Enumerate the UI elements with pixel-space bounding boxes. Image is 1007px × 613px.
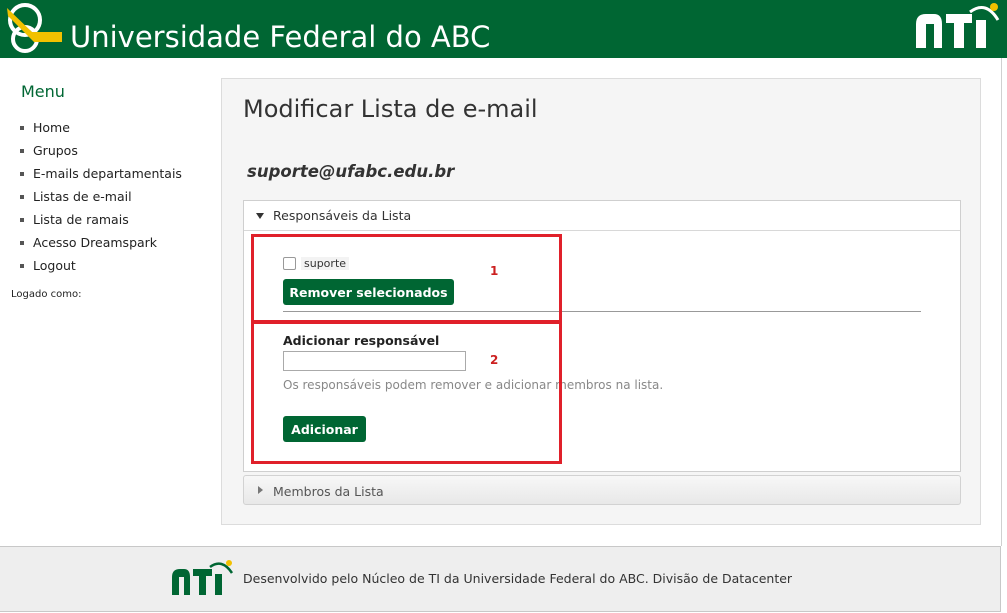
sidebar-item-label[interactable]: Listas de e-mail: [33, 189, 132, 204]
menu-title: Menu: [21, 82, 65, 101]
sidebar-item-emails-departamentais[interactable]: E-mails departamentais: [20, 162, 182, 185]
page-right-border: [1001, 58, 1002, 546]
sidebar-item-label[interactable]: Acesso Dreamspark: [33, 235, 157, 250]
sidebar-item-lista-de-ramais[interactable]: Lista de ramais: [20, 208, 182, 231]
bullet-icon: [20, 217, 24, 222]
nti-logo-icon: [916, 3, 1000, 48]
members-section-header[interactable]: Membros da Lista: [243, 475, 961, 505]
bullet-icon: [20, 171, 24, 176]
sidebar-item-label[interactable]: Lista de ramais: [33, 212, 129, 227]
bullet-icon: [20, 125, 24, 130]
ufabc-logo-icon[interactable]: [4, 2, 66, 54]
sidebar-item-home[interactable]: Home: [20, 116, 182, 139]
logged-as-label: Logado como:: [11, 289, 82, 300]
owners-section-header[interactable]: Responsáveis da Lista: [244, 201, 960, 231]
sidebar-item-label[interactable]: Home: [33, 120, 70, 135]
sidebar-item-label[interactable]: Logout: [33, 258, 76, 273]
bullet-icon: [20, 263, 24, 268]
site-footer: Desenvolvido pelo Núcleo de TI da Univer…: [0, 546, 1001, 612]
sidebar-item-grupos[interactable]: Grupos: [20, 139, 182, 162]
site-title: Universidade Federal do ABC: [70, 20, 491, 54]
menu-list: Home Grupos E-mails departamentais Lista…: [20, 116, 182, 277]
sidebar-item-listas-de-email[interactable]: Listas de e-mail: [20, 185, 182, 208]
page-title: Modificar Lista de e-mail: [243, 95, 538, 123]
annotation-box-1: [251, 234, 562, 323]
list-email-address: suporte@ufabc.edu.br: [247, 162, 455, 181]
bullet-icon: [20, 194, 24, 199]
footer-text: Desenvolvido pelo Núcleo de TI da Univer…: [243, 571, 793, 586]
bullet-icon: [20, 148, 24, 153]
members-section-label[interactable]: Membros da Lista: [273, 484, 384, 499]
triangle-right-icon: [258, 486, 263, 494]
bullet-icon: [20, 240, 24, 245]
owners-section-label[interactable]: Responsáveis da Lista: [273, 208, 411, 223]
sidebar-item-label[interactable]: Grupos: [33, 143, 78, 158]
annotation-box-2: [251, 321, 562, 464]
annotation-number-2: 2: [490, 353, 499, 367]
nti-footer-logo-icon: [172, 560, 234, 595]
sidebar-item-label[interactable]: E-mails departamentais: [33, 166, 182, 181]
owners-section: Responsáveis da Lista suporte Remover se…: [243, 200, 961, 472]
annotation-number-1: 1: [490, 264, 499, 278]
triangle-down-icon: [256, 213, 264, 219]
site-header: Universidade Federal do ABC: [0, 0, 1007, 58]
main-panel: Modificar Lista de e-mail suporte@ufabc.…: [221, 78, 981, 525]
sidebar-item-acesso-dreamspark[interactable]: Acesso Dreamspark: [20, 231, 182, 254]
sidebar-item-logout[interactable]: Logout: [20, 254, 182, 277]
